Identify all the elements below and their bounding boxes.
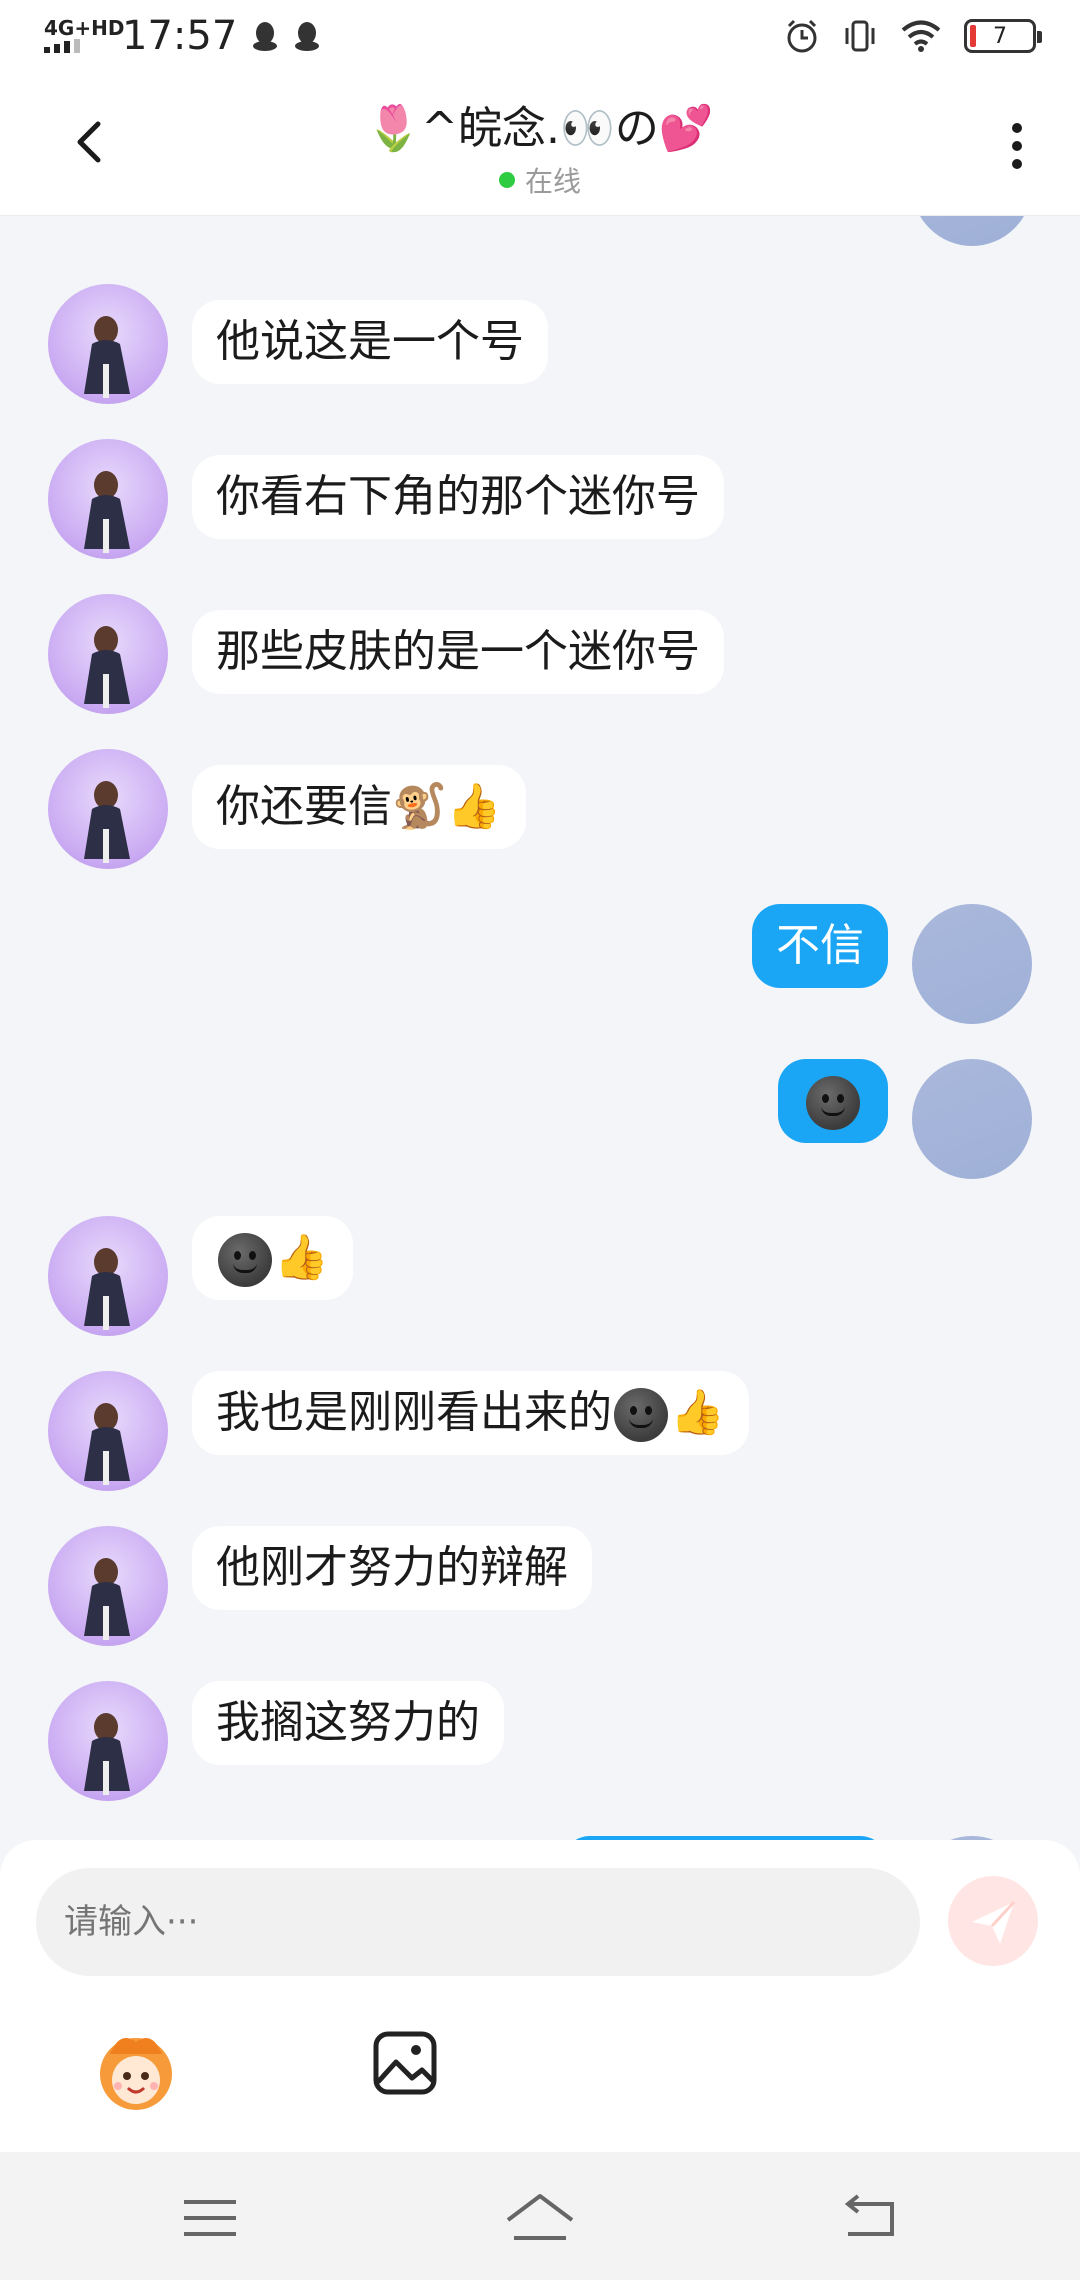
contact-avatar[interactable] bbox=[48, 1216, 168, 1336]
dark-smile-face-icon bbox=[614, 1388, 668, 1442]
message-bubble[interactable]: 我搁这努力的 bbox=[192, 1681, 504, 1765]
message-list[interactable]: 他说这是一个号 你看右下角的那个迷你号 那些皮肤的是一个迷你号 你还要信🐒👍 不… bbox=[0, 216, 1080, 1840]
qq-penguin-icon bbox=[253, 22, 278, 51]
message-row: 👍 bbox=[0, 1216, 1080, 1336]
online-dot-icon bbox=[498, 172, 515, 188]
message-bubble[interactable] bbox=[778, 1059, 888, 1143]
message-row: 他说这是一个号 bbox=[0, 284, 1080, 404]
message-bubble[interactable]: 我也是刚刚看出来的 👍 bbox=[192, 1371, 749, 1455]
menu-icon[interactable] bbox=[180, 2196, 240, 2240]
my-avatar[interactable] bbox=[912, 216, 1032, 246]
message-input[interactable] bbox=[36, 1868, 920, 1976]
chat-title: 🌷^皖念.👀の💕 bbox=[366, 103, 714, 154]
message-composer bbox=[0, 1840, 1080, 2152]
more-vert-icon[interactable] bbox=[1002, 116, 1032, 176]
message-bubble[interactable]: 那些皮肤的是一个迷你号 bbox=[192, 610, 724, 694]
status-bar: 4G+HD 17:57 7 bbox=[0, 0, 1080, 72]
chat-title-block[interactable]: 🌷^皖念.👀の💕 在线 bbox=[200, 92, 880, 200]
network-indicator: 4G+HD bbox=[44, 18, 124, 53]
clock: 17:57 bbox=[122, 13, 238, 59]
battery-icon: 7 bbox=[964, 19, 1042, 53]
message-row: 那些皮肤的是一个迷你号 bbox=[0, 594, 1080, 714]
message-row: 我也是刚刚看出来的 👍 bbox=[0, 1371, 1080, 1491]
send-icon bbox=[972, 1900, 1016, 1944]
message-bubble[interactable]: 👍 bbox=[192, 1216, 353, 1300]
message-bubble[interactable]: 不信 bbox=[752, 904, 888, 988]
emoji-mascot-icon[interactable] bbox=[90, 2024, 182, 2116]
message-row: 他刚才努力的辩解 bbox=[0, 1526, 1080, 1646]
message-row bbox=[0, 1059, 1080, 1179]
system-nav-bar bbox=[0, 2152, 1080, 2280]
contact-avatar[interactable] bbox=[48, 284, 168, 404]
dark-smile-face-icon bbox=[806, 1076, 860, 1130]
contact-avatar[interactable] bbox=[48, 749, 168, 869]
message-bubble[interactable]: 你还要信🐒👍 bbox=[192, 765, 526, 849]
contact-avatar[interactable] bbox=[48, 1681, 168, 1801]
network-label: 4G+HD bbox=[44, 16, 125, 40]
battery-level: 7 bbox=[993, 23, 1007, 49]
contact-avatar[interactable] bbox=[48, 594, 168, 714]
message-text: 我也是刚刚看出来的 bbox=[216, 1387, 612, 1438]
my-avatar[interactable] bbox=[912, 1059, 1032, 1179]
back-nav-icon[interactable] bbox=[840, 2192, 900, 2240]
my-avatar[interactable] bbox=[912, 904, 1032, 1024]
online-status: 在线 bbox=[200, 160, 880, 200]
contact-avatar[interactable] bbox=[48, 439, 168, 559]
message-row: 不信 bbox=[0, 904, 1080, 1024]
message-row: 你还要信🐒👍 bbox=[0, 749, 1080, 869]
signal-icon bbox=[44, 39, 108, 53]
message-text: 👍 bbox=[274, 1232, 329, 1283]
home-icon[interactable] bbox=[504, 2190, 576, 2244]
message-text-suffix: 👍 bbox=[670, 1387, 725, 1438]
qq-penguin-icon bbox=[295, 22, 320, 51]
image-icon[interactable] bbox=[372, 2030, 438, 2096]
back-arrow-icon[interactable] bbox=[60, 112, 120, 172]
send-button[interactable] bbox=[948, 1876, 1038, 1966]
alarm-icon bbox=[787, 19, 817, 53]
message-bubble[interactable]: 他刚才努力的辩解 bbox=[192, 1526, 592, 1610]
message-row: 你看右下角的那个迷你号 bbox=[0, 439, 1080, 559]
vibrate-icon bbox=[845, 20, 875, 52]
message-bubble[interactable]: 你看右下角的那个迷你号 bbox=[192, 455, 724, 539]
message-bubble[interactable]: 他说这是一个号 bbox=[192, 300, 548, 384]
wifi-icon bbox=[901, 20, 941, 52]
contact-avatar[interactable] bbox=[48, 1371, 168, 1491]
dark-smile-face-icon bbox=[218, 1233, 272, 1287]
message-row: 我搁这努力的 bbox=[0, 1681, 1080, 1801]
contact-avatar[interactable] bbox=[48, 1526, 168, 1646]
chat-header: 🌷^皖念.👀の💕 在线 bbox=[0, 72, 1080, 216]
online-status-label: 在线 bbox=[524, 165, 581, 198]
